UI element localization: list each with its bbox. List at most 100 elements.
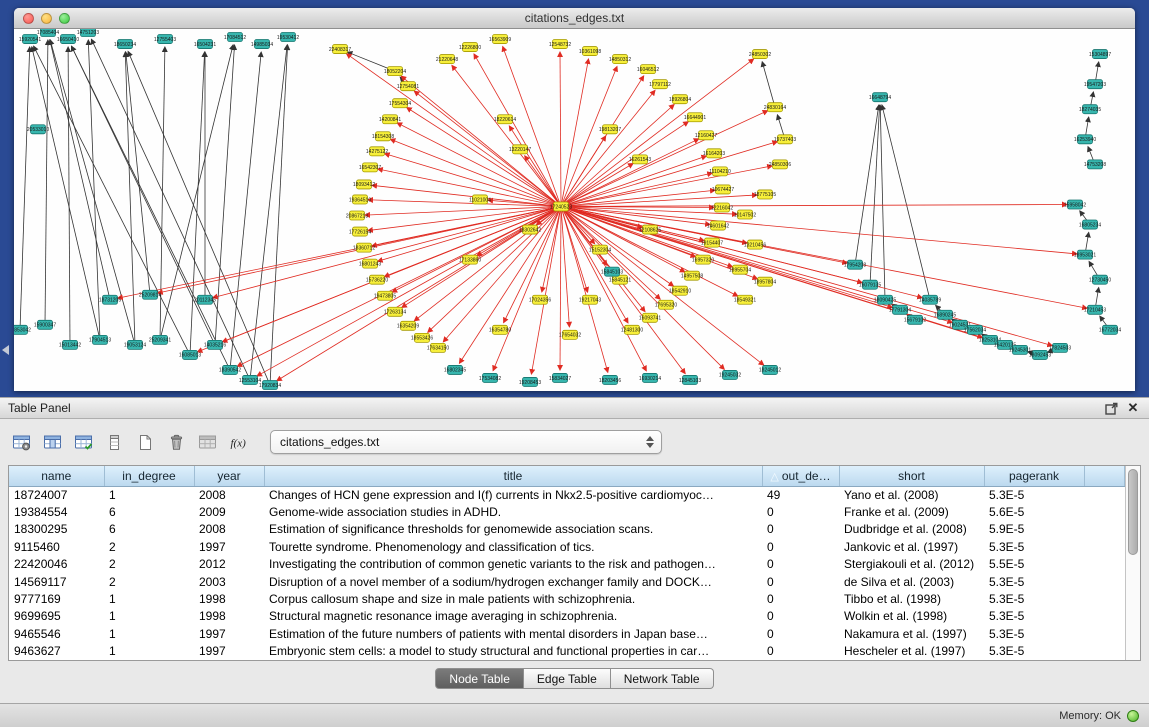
- graph-node[interactable]: 17797112: [649, 80, 671, 89]
- column-header-out_de[interactable]: △out_de…: [762, 466, 839, 486]
- graph-node[interactable]: 16354209: [397, 321, 419, 330]
- graph-node[interactable]: 17695320: [655, 300, 677, 309]
- graph-node[interactable]: 18093412: [353, 180, 375, 189]
- graph-node[interactable]: 15013442: [59, 340, 81, 349]
- graph-node[interactable]: 14200841: [379, 115, 401, 124]
- graph-node[interactable]: 21220648: [436, 55, 458, 64]
- table-row[interactable]: 1830029562008Estimation of significance …: [9, 521, 1125, 538]
- graph-node[interactable]: 15152304: [589, 245, 611, 254]
- edit-column-icon[interactable]: [70, 429, 96, 455]
- graph-node[interactable]: 16772034: [1099, 325, 1121, 334]
- cell-pagerank[interactable]: 5.3E-5: [984, 486, 1084, 503]
- graph-node[interactable]: 11021004: [469, 195, 491, 204]
- cell-out_de[interactable]: 0: [762, 590, 839, 607]
- graph-node[interactable]: 16504231: [194, 40, 216, 49]
- graph-node[interactable]: 19208453: [519, 377, 541, 386]
- graph-node[interactable]: 18274035: [1079, 105, 1101, 114]
- cell-title[interactable]: Estimation of significance thresholds fo…: [264, 521, 762, 538]
- tab-network-table[interactable]: Network Table: [611, 668, 714, 689]
- cell-in_degree[interactable]: 1: [104, 608, 194, 625]
- graph-node[interactable]: 25209814: [139, 290, 161, 299]
- table-row[interactable]: 946554611997Estimation of the future num…: [9, 625, 1125, 642]
- graph-node[interactable]: 17085404: [37, 29, 59, 37]
- graph-node[interactable]: 17024356: [529, 295, 551, 304]
- cell-name[interactable]: 9465546: [9, 625, 104, 642]
- graph-node[interactable]: 12226800: [459, 43, 481, 52]
- network-canvas[interactable]: 17240523 22408317 18052204 12754081 1755…: [14, 29, 1135, 391]
- cell-pagerank[interactable]: 5.3E-5: [984, 538, 1084, 555]
- graph-node[interactable]: 12548732: [549, 40, 571, 49]
- cell-short[interactable]: Franke et al. (2009): [839, 503, 984, 520]
- graph-node[interactable]: 19053124: [124, 340, 146, 349]
- table-row[interactable]: 2242004622012Investigating the contribut…: [9, 556, 1125, 573]
- table-row[interactable]: 977716911998Corpus callosum shape and si…: [9, 590, 1125, 607]
- scrollbar-thumb[interactable]: [1128, 469, 1138, 555]
- graph-node[interactable]: 10147502: [734, 210, 756, 219]
- cell-short[interactable]: Dudbridge et al. (2008): [839, 521, 984, 538]
- cell-short[interactable]: Nakamura et al. (1997): [839, 625, 984, 642]
- tab-edge-table[interactable]: Edge Table: [524, 668, 611, 689]
- graph-node[interactable]: 13210456: [744, 240, 766, 249]
- cell-title[interactable]: Corpus callosum shape and size in male p…: [264, 590, 762, 607]
- graph-node[interactable]: 18220614: [494, 115, 516, 124]
- graph-node[interactable]: 14035216: [204, 340, 226, 349]
- graph-node[interactable]: 12216042: [711, 203, 733, 212]
- close-button[interactable]: [23, 13, 34, 24]
- graph-node[interactable]: 18052204: [384, 67, 406, 76]
- cell-in_degree[interactable]: 1: [104, 643, 194, 660]
- graph-node[interactable]: 16046512: [637, 65, 659, 74]
- graph-node[interactable]: 16261543: [629, 155, 651, 164]
- table-options-icon[interactable]: [8, 429, 34, 455]
- graph-node[interactable]: 14850312: [609, 55, 631, 64]
- graph-node[interactable]: 16650410: [57, 35, 79, 44]
- graph-node[interactable]: 12730450: [1089, 275, 1111, 284]
- graph-node[interactable]: 15304897: [1089, 50, 1111, 59]
- table-row[interactable]: 911546021997Tourette syndrome. Phenomeno…: [9, 538, 1125, 555]
- graph-node[interactable]: 25209341: [149, 335, 171, 344]
- graph-node[interactable]: 16093741: [639, 313, 661, 322]
- cell-pagerank[interactable]: 5.3E-5: [984, 573, 1084, 590]
- graph-node[interactable]: 16801243: [359, 259, 381, 268]
- cell-pagerank[interactable]: 5.5E-5: [984, 556, 1084, 573]
- cell-in_degree[interactable]: 2: [104, 573, 194, 590]
- graph-node[interactable]: 18957804: [754, 277, 776, 286]
- graph-node[interactable]: 19547203: [1084, 80, 1106, 89]
- graph-node[interactable]: 20867213: [346, 211, 368, 220]
- graph-node[interactable]: 17654032: [559, 330, 581, 339]
- cell-out_de[interactable]: 0: [762, 643, 839, 660]
- cell-pagerank[interactable]: 5.3E-5: [984, 643, 1084, 660]
- table-row[interactable]: 1938455462009Genome-wide association stu…: [9, 503, 1125, 520]
- cell-pagerank[interactable]: 5.3E-5: [984, 625, 1084, 642]
- cell-out_de[interactable]: 0: [762, 608, 839, 625]
- table-row[interactable]: 969969511998Structural magnetic resonanc…: [9, 608, 1125, 625]
- graph-node[interactable]: 24850302: [749, 50, 771, 59]
- cell-pagerank[interactable]: 5.6E-5: [984, 503, 1084, 520]
- graph-node[interactable]: 15845103: [601, 267, 623, 276]
- graph-node[interactable]: 12108625: [639, 225, 661, 234]
- graph-node[interactable]: 24850306: [769, 160, 791, 169]
- cell-pagerank[interactable]: 5.3E-5: [984, 608, 1084, 625]
- graph-node[interactable]: 12755403: [154, 35, 176, 44]
- graph-node[interactable]: 14275122: [366, 147, 388, 156]
- graph-node[interactable]: 18154308: [372, 132, 394, 141]
- graph-node[interactable]: 18090425: [874, 295, 896, 304]
- window-titlebar[interactable]: citations_edges.txt: [14, 8, 1135, 29]
- cell-name[interactable]: 9463627: [9, 643, 104, 660]
- cell-short[interactable]: Tibbo et al. (1998): [839, 590, 984, 607]
- graph-node[interactable]: 16890245: [934, 310, 956, 319]
- graph-node[interactable]: 14753208: [1084, 160, 1106, 169]
- graph-node[interactable]: 18360712: [353, 243, 375, 252]
- cell-year[interactable]: 2003: [194, 573, 264, 590]
- table-row[interactable]: 946362711997Embryonic stem cells: a mode…: [9, 643, 1125, 660]
- cell-name[interactable]: 9115460: [9, 538, 104, 555]
- graph-node[interactable]: 14751203: [77, 29, 99, 37]
- graph-node[interactable]: 18953021: [1074, 250, 1096, 259]
- graph-node[interactable]: 16957320: [692, 255, 714, 264]
- cell-title[interactable]: Disruption of a novel member of a sodium…: [264, 573, 762, 590]
- graph-node[interactable]: 18731205: [99, 295, 121, 304]
- graph-node[interactable]: 18203456: [599, 375, 621, 384]
- graph-node[interactable]: 18092453: [1029, 350, 1051, 359]
- graph-node[interactable]: 16354780: [489, 325, 511, 334]
- graph-node[interactable]: 19737403: [774, 135, 796, 144]
- graph-node[interactable]: 18245012: [759, 365, 781, 374]
